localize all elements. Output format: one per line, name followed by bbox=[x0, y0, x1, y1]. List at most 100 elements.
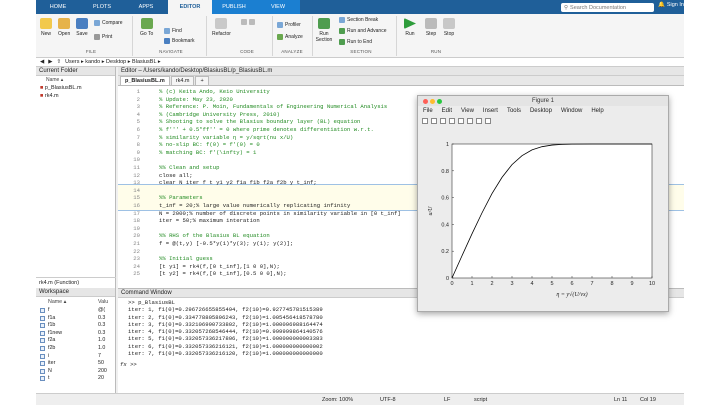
value-column-header[interactable]: Valu bbox=[98, 299, 108, 305]
sign-in-button[interactable]: 🔔 Sign In bbox=[658, 2, 684, 8]
code-line[interactable]: % Reference: P. Moin, Fundamentals of En… bbox=[159, 103, 387, 110]
plot-axes[interactable]: 0 1 2 3 4 5 6 7 8 9 10 0 0.2 0.4 0.6 0.8 1 u/U η = y√(U/νx… bbox=[418, 126, 668, 312]
code-line[interactable]: %% Clean and setup bbox=[159, 164, 219, 171]
menu-file[interactable]: File bbox=[423, 106, 433, 116]
status-bar: Zoom: 100% UTF-8 LF script Ln 11 Col 19 bbox=[36, 393, 684, 405]
variable-value: 0.3 bbox=[98, 322, 106, 329]
file-item[interactable]: ■ p_BlasiusBL.m bbox=[36, 84, 115, 92]
code-line[interactable]: %% Parameters bbox=[159, 194, 203, 201]
tab-p-blasiusbl[interactable]: p_BlasiusBL.m bbox=[120, 76, 170, 85]
tab-plots[interactable]: PLOTS bbox=[80, 0, 124, 14]
code-tools[interactable] bbox=[241, 19, 255, 25]
code-line[interactable]: % Shooting to solve the Blasius boundary… bbox=[159, 118, 360, 125]
name-column-header[interactable]: Name ▴ bbox=[48, 299, 66, 305]
minimize-icon[interactable] bbox=[430, 99, 435, 104]
run-section-button[interactable]: Run Section bbox=[315, 18, 333, 43]
bookmark-button[interactable]: Bookmark bbox=[164, 38, 195, 44]
code-line[interactable]: close all; bbox=[159, 172, 193, 179]
save-button[interactable]: Save bbox=[76, 18, 88, 37]
print-button[interactable]: Print bbox=[94, 34, 112, 40]
line-number: Ln 11 bbox=[614, 397, 628, 403]
property-editor-icon[interactable] bbox=[485, 118, 491, 124]
section-break-button[interactable]: Section Break bbox=[339, 17, 378, 23]
tab-home[interactable]: HOME bbox=[36, 0, 80, 14]
analyze-button[interactable]: Analyze bbox=[277, 34, 303, 40]
menu-view[interactable]: View bbox=[461, 106, 474, 116]
menu-window[interactable]: Window bbox=[561, 106, 582, 116]
code-line[interactable]: % (Cambridge University Press, 2010) bbox=[159, 111, 280, 118]
step-button[interactable]: Step bbox=[425, 18, 437, 37]
path-text[interactable]: Users ▸ kando ▸ Desktop ▸ BlasiusBL ▸ bbox=[65, 59, 161, 65]
new-tab-button[interactable]: + bbox=[195, 76, 209, 85]
code-line[interactable]: [t y2] = rk4(f,[0 t_inf],[0.5 0 0],N); bbox=[159, 270, 287, 277]
new-button[interactable]: New bbox=[40, 18, 52, 37]
code-line[interactable]: f = @(t,y) [-0.5*y(1)*y(3); y(1); y(2)]; bbox=[159, 240, 293, 247]
folder-up-icon[interactable]: ⇧ bbox=[56, 59, 61, 65]
code-line[interactable]: t_inf = 20;% large value numerically rep… bbox=[159, 202, 350, 209]
code-line[interactable]: clear N iter f t y1 y2 f1a f1b f2a f2b y… bbox=[159, 179, 317, 186]
insert-legend-icon[interactable] bbox=[476, 118, 482, 124]
ribbon-divider bbox=[312, 16, 313, 56]
edit-plot-icon[interactable] bbox=[458, 118, 464, 124]
figure-title-bar[interactable]: Figure 1 bbox=[418, 96, 668, 106]
forward-icon[interactable]: ▶ bbox=[48, 59, 52, 65]
command-prompt[interactable]: fx >> bbox=[120, 361, 137, 368]
stop-icon bbox=[443, 18, 455, 29]
command-output-line: iter: 1, f1(0)=0.296726655855494, f2(10)… bbox=[128, 306, 323, 314]
code-line[interactable]: % similarity variable η = y/sqrt(nu x/U) bbox=[159, 134, 293, 141]
run-advance-icon bbox=[339, 28, 345, 34]
tab-editor[interactable]: EDITOR bbox=[168, 0, 212, 14]
maximize-icon[interactable] bbox=[437, 99, 442, 104]
compare-button[interactable]: Compare bbox=[94, 20, 123, 26]
step-label: Step bbox=[425, 31, 437, 37]
new-figure-icon[interactable] bbox=[422, 118, 428, 124]
code-line[interactable]: N = 2000;% number of discrete points in … bbox=[159, 210, 401, 217]
run-advance-button[interactable]: Run and Advance bbox=[339, 28, 386, 34]
file-list-header[interactable]: Name ▴ bbox=[36, 76, 115, 84]
open-icon[interactable] bbox=[431, 118, 437, 124]
figure-window[interactable]: Figure 1 File Edit View Insert Tools Des… bbox=[417, 95, 669, 312]
variable-icon bbox=[40, 346, 45, 351]
code-line[interactable]: iter = 50;% maximum interation bbox=[159, 217, 260, 224]
close-icon[interactable] bbox=[423, 99, 428, 104]
refactor-button[interactable]: Refactor bbox=[212, 18, 231, 37]
print-icon bbox=[94, 34, 100, 40]
search-input[interactable]: ⚲ Search Documentation bbox=[561, 3, 654, 12]
tab-view[interactable]: VIEW bbox=[256, 0, 300, 14]
y-tick-label: 0.4 bbox=[441, 222, 449, 228]
code-line[interactable]: [t y1] = rk4(f,[0 t_inf],[1 0 0],N); bbox=[159, 263, 280, 270]
code-line[interactable]: % no-slip BC: f(0) = f'(0) = 0 bbox=[159, 141, 260, 148]
back-icon[interactable]: ◀ bbox=[40, 59, 44, 65]
print-icon[interactable] bbox=[449, 118, 455, 124]
tab-rk4[interactable]: rk4.m bbox=[170, 76, 195, 85]
save-icon[interactable] bbox=[440, 118, 446, 124]
menu-desktop[interactable]: Desktop bbox=[530, 106, 552, 116]
y-axis-label: u/U bbox=[428, 206, 434, 216]
file-item[interactable]: ■ rk4.m bbox=[36, 92, 115, 100]
menu-help[interactable]: Help bbox=[591, 106, 603, 116]
run-button[interactable]: Run bbox=[404, 18, 416, 37]
address-bar[interactable]: ◀ ▶ ⇧ Users ▸ kando ▸ Desktop ▸ BlasiusB… bbox=[36, 58, 684, 67]
tab-apps[interactable]: APPS bbox=[124, 0, 168, 14]
menu-insert[interactable]: Insert bbox=[483, 106, 498, 116]
insert-colorbar-icon[interactable] bbox=[467, 118, 473, 124]
code-line[interactable]: % matching BC: f'(\infty) = 1 bbox=[159, 149, 256, 156]
search-icon: ⚲ bbox=[564, 4, 569, 11]
code-line[interactable]: %% Initial guess bbox=[159, 255, 213, 262]
run-end-button[interactable]: Run to End bbox=[339, 39, 372, 45]
stop-button[interactable]: Stop bbox=[443, 18, 455, 37]
code-line[interactable]: % Update: May 23, 2020 bbox=[159, 96, 233, 103]
find-button[interactable]: Find bbox=[164, 28, 182, 34]
tab-publish[interactable]: PUBLISH bbox=[212, 0, 256, 14]
code-line[interactable]: % (c) Keita Ando, Keio University bbox=[159, 88, 270, 95]
search-placeholder: Search Documentation bbox=[570, 4, 626, 11]
menu-tools[interactable]: Tools bbox=[507, 106, 521, 116]
code-line[interactable]: % f''' + 0.5*ff'' = 0 where prime denote… bbox=[159, 126, 374, 133]
go-to-button[interactable]: Go To bbox=[140, 18, 153, 37]
open-button[interactable]: Open bbox=[58, 18, 70, 37]
variable-value: 0.3 bbox=[98, 329, 106, 336]
menu-edit[interactable]: Edit bbox=[442, 106, 452, 116]
profiler-button[interactable]: Profiler bbox=[277, 22, 301, 28]
code-line[interactable]: %% RHS of the Blasius BL equation bbox=[159, 232, 270, 239]
bookmark-label: Bookmark bbox=[172, 38, 195, 44]
